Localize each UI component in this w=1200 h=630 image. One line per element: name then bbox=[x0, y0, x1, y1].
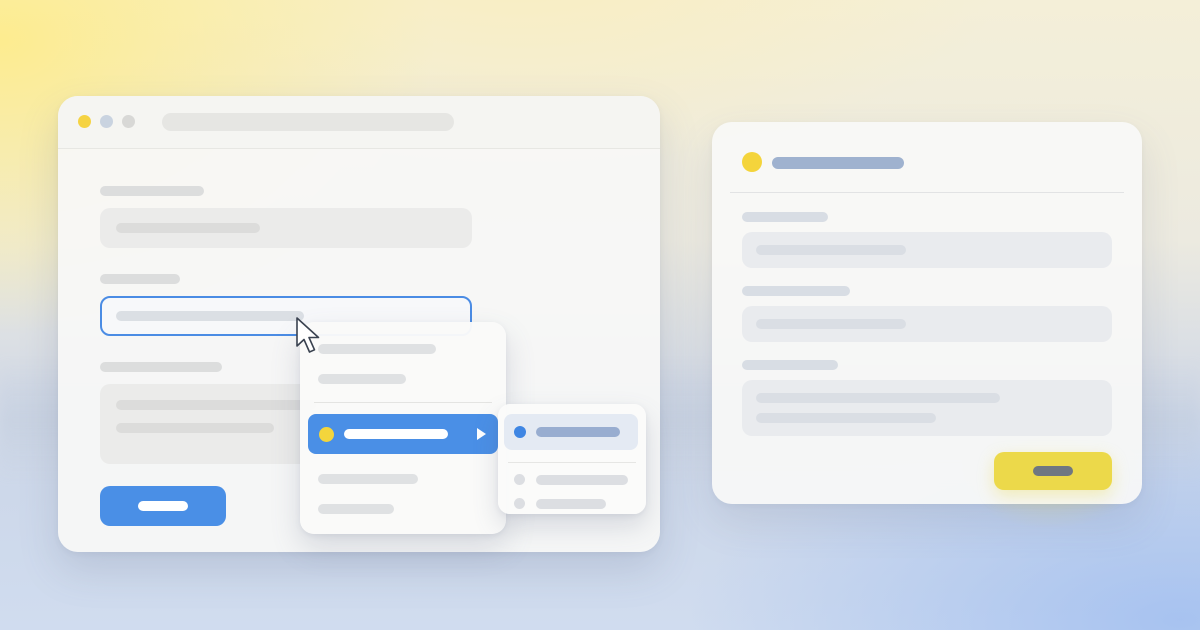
field-label-placeholder bbox=[100, 186, 204, 196]
yellow-dot-icon bbox=[742, 152, 762, 172]
textarea-line-placeholder bbox=[116, 423, 274, 433]
textarea-line-placeholder bbox=[756, 413, 936, 423]
textarea-line-placeholder bbox=[116, 400, 316, 410]
arrow-cursor-icon bbox=[296, 317, 320, 353]
submenu-divider bbox=[508, 462, 636, 463]
menu-divider bbox=[314, 402, 492, 403]
input-text-placeholder bbox=[756, 245, 906, 255]
submit-button[interactable] bbox=[100, 486, 226, 526]
submenu-item-label-placeholder bbox=[536, 427, 620, 437]
card-divider bbox=[730, 192, 1124, 193]
menu-item-label-placeholder bbox=[344, 429, 448, 439]
confirm-button[interactable] bbox=[994, 452, 1112, 490]
field-label-placeholder bbox=[742, 286, 850, 296]
window-minimize-dot-icon[interactable] bbox=[100, 115, 113, 128]
text-input[interactable] bbox=[742, 232, 1112, 268]
window-maximize-dot-icon[interactable] bbox=[122, 115, 135, 128]
field-label-placeholder bbox=[100, 362, 222, 372]
form-card bbox=[712, 122, 1142, 504]
window-titlebar bbox=[58, 96, 660, 149]
button-label-placeholder bbox=[1033, 466, 1073, 476]
menu-item[interactable] bbox=[318, 344, 436, 354]
submenu-item[interactable] bbox=[536, 499, 606, 509]
window-close-dot-icon[interactable] bbox=[78, 115, 91, 128]
menu-item[interactable] bbox=[318, 504, 394, 514]
menu-item[interactable] bbox=[318, 374, 406, 384]
chevron-right-icon bbox=[477, 428, 486, 440]
card-title-placeholder bbox=[772, 157, 904, 169]
submenu-item-selected[interactable] bbox=[504, 414, 638, 450]
field-label-placeholder bbox=[742, 360, 838, 370]
field-label-placeholder bbox=[742, 212, 828, 222]
menu-item-selected[interactable] bbox=[308, 414, 498, 454]
gray-dot-icon bbox=[514, 474, 525, 485]
textarea[interactable] bbox=[742, 380, 1112, 436]
text-input[interactable] bbox=[100, 208, 472, 248]
textarea-line-placeholder bbox=[756, 393, 1000, 403]
text-input[interactable] bbox=[742, 306, 1112, 342]
address-bar[interactable] bbox=[162, 113, 454, 131]
gray-dot-icon bbox=[514, 498, 525, 509]
button-label-placeholder bbox=[138, 501, 188, 511]
menu-item[interactable] bbox=[318, 474, 418, 484]
blue-dot-icon bbox=[514, 426, 526, 438]
input-text-placeholder bbox=[756, 319, 906, 329]
field-label-placeholder bbox=[100, 274, 180, 284]
input-text-placeholder bbox=[116, 311, 304, 321]
yellow-dot-icon bbox=[319, 427, 334, 442]
input-text-placeholder bbox=[116, 223, 260, 233]
submenu-item[interactable] bbox=[536, 475, 628, 485]
dropdown-menu bbox=[300, 322, 506, 534]
submenu bbox=[498, 404, 646, 514]
